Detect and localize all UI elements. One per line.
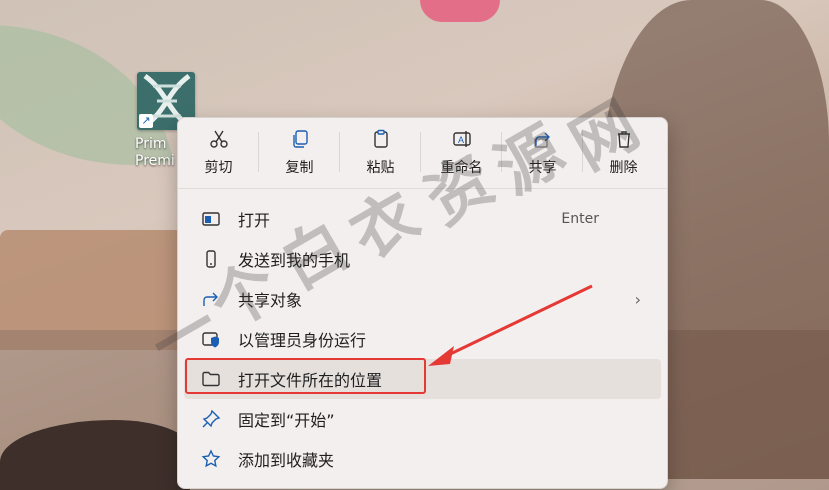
menu-item-label: 添加到收藏夹	[238, 451, 335, 470]
copy-icon	[292, 130, 308, 148]
context-menu-toolbar: 剪切 复制 粘贴 A 重命名 共享 删除	[178, 118, 667, 189]
paste-label: 粘贴	[366, 160, 395, 176]
menu-item-send-to-phone[interactable]: 发送到我的手机	[184, 239, 661, 279]
rename-label: 重命名	[440, 160, 483, 176]
annotation-arrow-icon	[428, 284, 593, 366]
app-window-icon	[200, 208, 222, 230]
menu-item-label: 发送到我的手机	[238, 251, 351, 270]
copy-label: 复制	[285, 160, 314, 176]
share-button[interactable]: 共享	[502, 118, 583, 188]
menu-item-pin-to-start[interactable]: 固定到“开始”	[184, 399, 661, 439]
delete-label: 删除	[609, 160, 638, 176]
star-icon	[200, 448, 222, 470]
menu-item-add-to-favorites[interactable]: 添加到收藏夹	[184, 439, 661, 479]
rename-button[interactable]: A 重命名	[421, 118, 502, 188]
shield-icon	[200, 328, 222, 350]
annotation-highlight-box	[185, 358, 426, 394]
copy-button[interactable]: 复制	[259, 118, 340, 188]
svg-text:A: A	[458, 135, 464, 145]
wallpaper-foreground	[0, 420, 190, 490]
pin-icon	[200, 408, 222, 430]
shortcut-arrow-icon: ↗	[139, 114, 153, 128]
wallpaper-accent	[420, 0, 500, 22]
menu-item-open[interactable]: 打开 Enter	[184, 199, 661, 239]
share-icon	[200, 288, 222, 310]
cut-label: 剪切	[204, 160, 233, 176]
paste-button[interactable]: 粘贴	[340, 118, 421, 188]
chevron-right-icon: ›	[634, 289, 641, 309]
delete-button[interactable]: 删除	[583, 118, 664, 188]
share-label: 共享	[528, 160, 557, 176]
menu-item-label: 共享对象	[238, 291, 303, 310]
phone-icon	[200, 248, 222, 270]
clipboard-icon	[373, 129, 388, 148]
trash-icon	[617, 131, 630, 148]
scissors-icon	[209, 130, 228, 148]
cut-button[interactable]: 剪切	[178, 118, 259, 188]
menu-item-label: 以管理员身份运行	[238, 331, 367, 350]
shortcut-hint: Enter	[561, 211, 599, 227]
rename-icon: A	[452, 131, 471, 147]
menu-item-label: 固定到“开始”	[238, 411, 335, 430]
share-icon	[533, 132, 550, 148]
menu-item-label: 打开	[238, 211, 271, 230]
